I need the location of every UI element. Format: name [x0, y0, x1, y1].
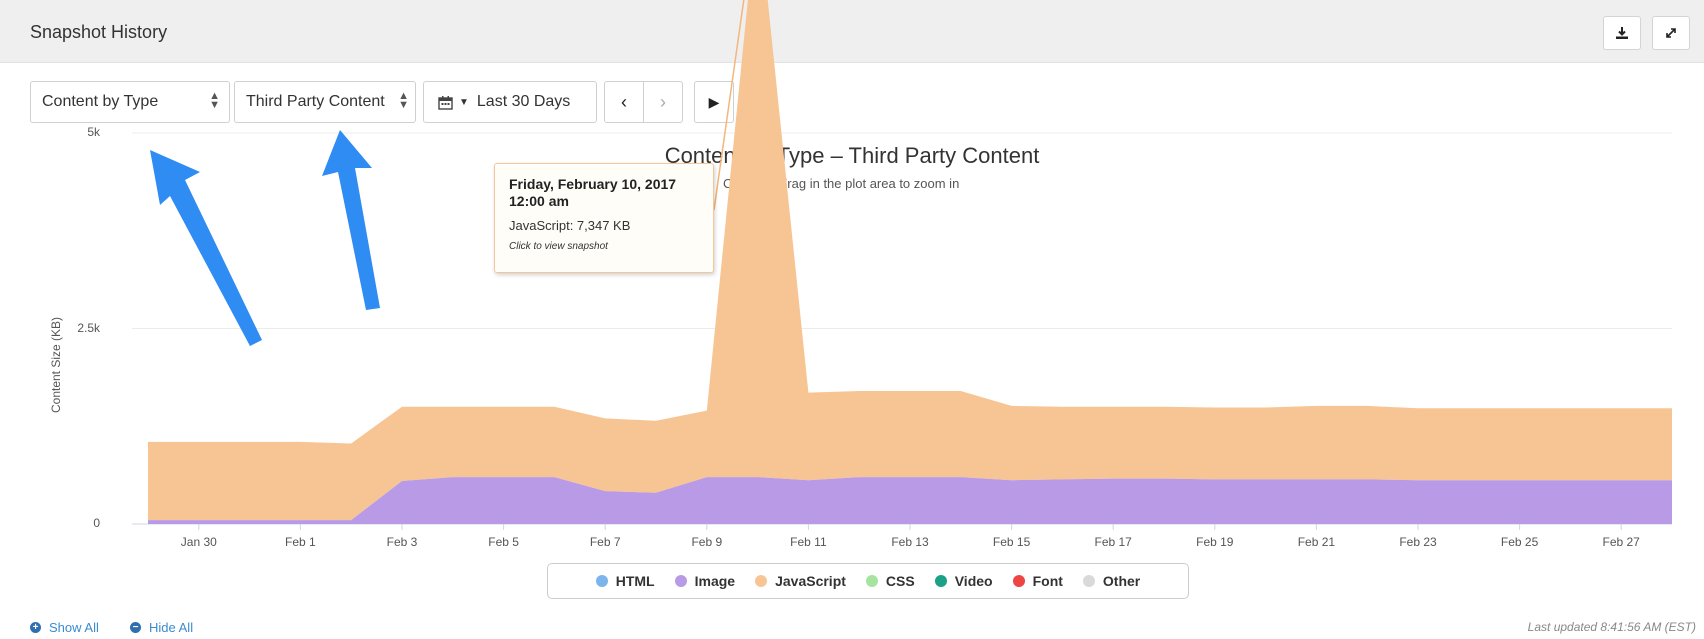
- legend-label: HTML: [615, 573, 655, 589]
- legend-swatch: [595, 575, 608, 587]
- legend-label: Image: [694, 573, 736, 589]
- legend-swatch: [674, 575, 687, 587]
- legend-label: JavaScript: [775, 573, 846, 589]
- legend-label: Video: [954, 573, 993, 589]
- legend-item-javascript[interactable]: JavaScript: [755, 573, 846, 589]
- legend-swatch: [1082, 575, 1095, 587]
- legend-item-video[interactable]: Video: [934, 573, 993, 589]
- legend-swatch: [934, 575, 947, 587]
- annotation-arrows: [150, 130, 380, 346]
- legend-item-font[interactable]: Font: [1012, 573, 1063, 589]
- legend-item-image[interactable]: Image: [674, 573, 736, 589]
- plus-circle-icon: +: [30, 622, 41, 633]
- legend-label: Font: [1032, 573, 1063, 589]
- hide-all-label: Hide All: [149, 620, 194, 635]
- last-updated: Last updated 8:41:56 AM (EST): [1527, 620, 1696, 634]
- legend-label: CSS: [885, 573, 915, 589]
- legend-swatch: [865, 575, 878, 587]
- show-all-link[interactable]: + Show All: [30, 620, 99, 635]
- minus-circle-icon: −: [130, 622, 141, 633]
- arrow-annotation: [322, 130, 380, 310]
- legend-label: Other: [1102, 573, 1141, 589]
- legend-item-css[interactable]: CSS: [865, 573, 915, 589]
- legend-swatch: [755, 575, 768, 587]
- arrow-annotation: [150, 150, 262, 346]
- hide-all-link[interactable]: − Hide All: [130, 620, 193, 635]
- legend-item-other[interactable]: Other: [1082, 573, 1141, 589]
- legend-swatch: [1012, 575, 1025, 587]
- legend-item-html[interactable]: HTML: [595, 573, 655, 589]
- chart-legend: HTML Image JavaScript CSS Video Font Oth…: [547, 563, 1189, 599]
- show-all-label: Show All: [49, 620, 99, 635]
